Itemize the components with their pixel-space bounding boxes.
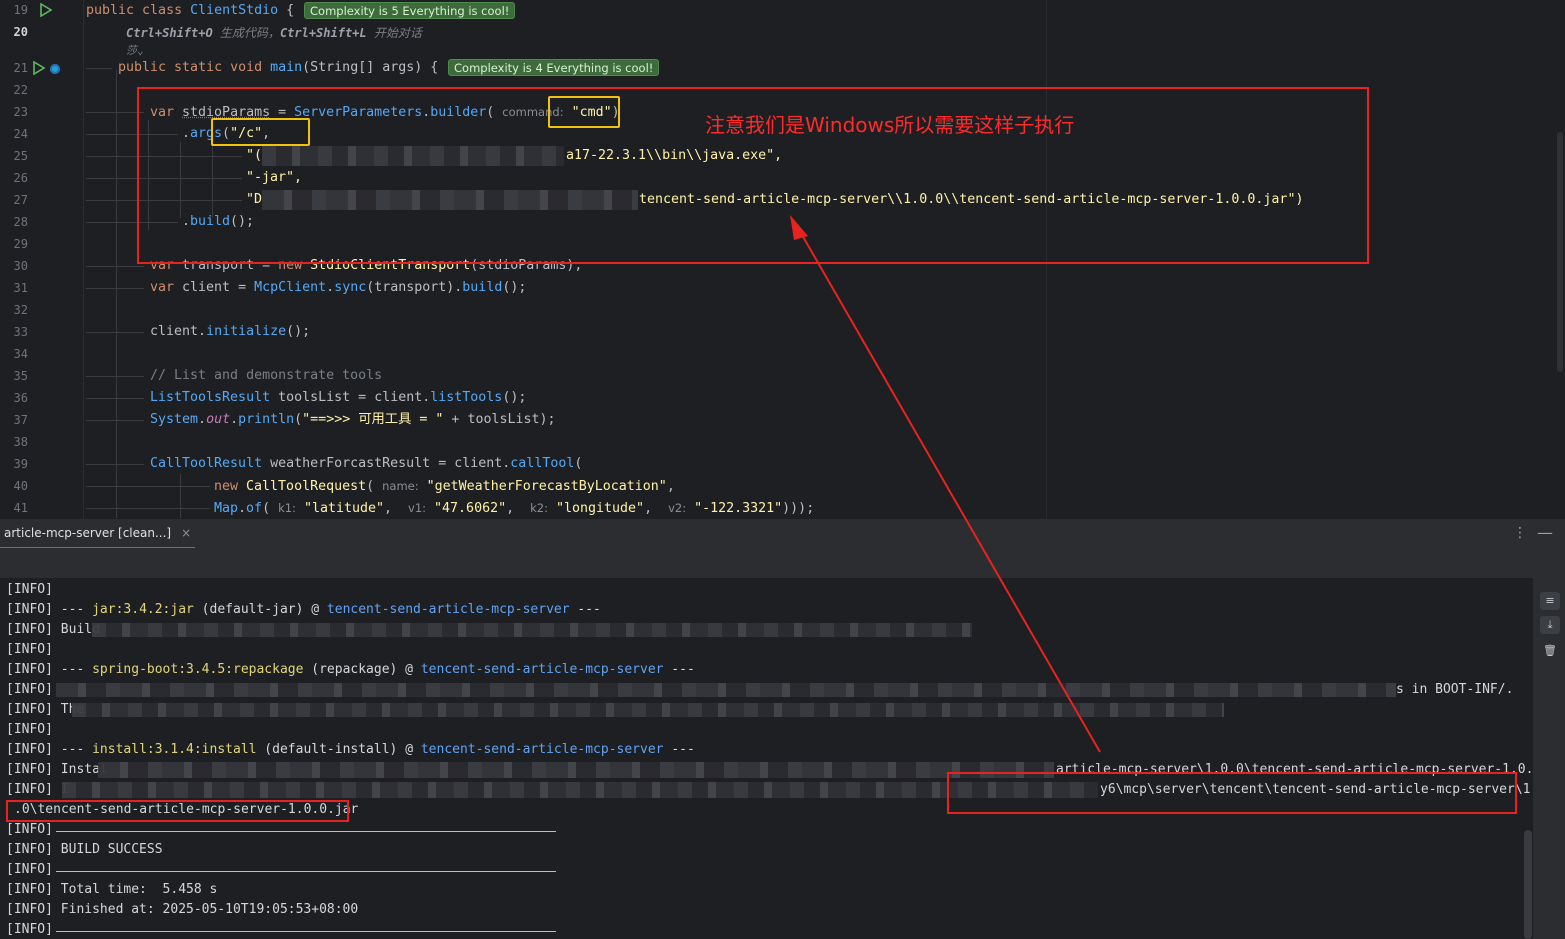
console-line: [INFO] xyxy=(6,822,53,837)
run-tab-label: article-mcp-server [clean...] xyxy=(4,526,172,540)
console-line: [INFO] xyxy=(6,922,53,937)
code-line-33[interactable]: client.initialize(); xyxy=(150,321,310,343)
line-number: 37 xyxy=(13,413,28,427)
code-line-35[interactable]: // List and demonstrate tools xyxy=(150,365,382,387)
separator xyxy=(56,871,556,872)
console-side-toolbar: ≡ ⤓ 🗑 xyxy=(1533,578,1565,939)
run-main-icon[interactable] xyxy=(32,61,46,75)
console-line-tail: s in BOOT-INF/. xyxy=(1396,682,1514,697)
line-number: 22 xyxy=(13,83,28,97)
trash-icon[interactable]: 🗑 xyxy=(1540,642,1560,660)
annotation-text: 注意我们是Windows所以需要这样子执行 xyxy=(705,113,1075,137)
console-line: [INFO] I xyxy=(6,782,69,797)
line-number: 19 xyxy=(13,3,28,17)
line-number: 32 xyxy=(13,303,28,317)
console-output[interactable]: [INFO] [INFO] --- jar:3.4.2:jar (default… xyxy=(0,578,1533,939)
console-line: [INFO] --- jar:3.4.2:jar (default-jar) @… xyxy=(6,602,601,617)
console-line: [INFO] --- spring-boot:3.4.5:repackage (… xyxy=(6,662,695,677)
editor-scrollbar[interactable] xyxy=(1557,132,1563,372)
run-class-icon[interactable] xyxy=(39,3,53,17)
run-tool-window-header: article-mcp-server [clean...] × ⋮ — xyxy=(0,518,1565,549)
complexity-badge[interactable]: Complexity is 4 Everything is cool! xyxy=(448,59,660,76)
redacted-text xyxy=(62,782,1098,798)
line-number: 39 xyxy=(13,457,28,471)
line-number: 34 xyxy=(13,347,28,361)
run-toolbar xyxy=(0,548,1565,578)
complexity-badge[interactable]: Complexity is 5 Everything is cool! xyxy=(304,2,516,19)
line-number: 30 xyxy=(13,259,28,273)
more-options-icon[interactable]: ⋮ xyxy=(1513,525,1527,541)
console-scrollbar[interactable] xyxy=(1524,830,1532,939)
indent-dash xyxy=(86,112,144,113)
debug-marker-icon[interactable] xyxy=(50,64,60,74)
console-line: [INFO] Finished at: 2025-05-10T19:05:53+… xyxy=(6,902,359,917)
indent-dash xyxy=(86,332,144,333)
redacted-text xyxy=(92,623,972,637)
indent-dash xyxy=(86,398,144,399)
ai-assistant-hint: Ctrl+Shift+O 生成代码，Ctrl+Shift+L 开始对话 xyxy=(126,26,422,40)
code-line-36[interactable]: ListToolsResult toolsList = client.listT… xyxy=(150,387,526,409)
minimize-icon[interactable]: — xyxy=(1537,523,1553,542)
code-line-37[interactable]: System.out.println("==>>> 可用工具 = " + too… xyxy=(150,409,556,431)
indent-dash xyxy=(86,508,210,509)
separator xyxy=(56,831,556,832)
line-number: 25 xyxy=(13,149,28,163)
line-number: 20 xyxy=(13,25,28,39)
line-number: 28 xyxy=(13,215,28,229)
scroll-to-end-icon[interactable]: ⤓ xyxy=(1540,616,1560,634)
annotation-box xyxy=(6,800,349,822)
console-line: [INFO] BUILD SUCCESS xyxy=(6,842,163,857)
redacted-text xyxy=(98,762,1054,778)
run-tab[interactable]: article-mcp-server [clean...] × xyxy=(0,519,196,549)
indent-dash xyxy=(86,68,112,69)
console-line: [INFO] xyxy=(6,682,53,697)
line-number: 33 xyxy=(13,325,28,339)
line-number: 36 xyxy=(13,391,28,405)
code-line-21[interactable]: public static void main(String[] args) { xyxy=(118,57,438,79)
soft-wrap-icon[interactable]: ≡ xyxy=(1540,592,1560,610)
code-line-40[interactable]: new CallToolRequest( name: "getWeatherFo… xyxy=(214,475,675,497)
line-number: 38 xyxy=(13,435,28,449)
console-line: [INFO] --- install:3.1.4:install (defaul… xyxy=(6,742,695,757)
console-line: [INFO] xyxy=(6,582,53,597)
line-number: 27 xyxy=(13,193,28,207)
indent-dash xyxy=(86,486,210,487)
redacted-text xyxy=(72,703,1224,717)
line-number: 21 xyxy=(13,61,28,75)
separator xyxy=(56,931,556,932)
indent-dash xyxy=(86,288,144,289)
indent-dash xyxy=(86,376,144,377)
console-line: [INFO] Build xyxy=(6,622,100,637)
indent-guide xyxy=(180,474,181,518)
console-line: [INFO] Instal xyxy=(6,762,108,777)
code-author-hint[interactable]: 莎⌄ xyxy=(126,42,144,58)
console-line: [INFO] xyxy=(6,642,53,657)
console-line: [INFO] xyxy=(6,862,53,877)
indent-dash xyxy=(86,464,144,465)
code-line-31[interactable]: var client = McpClient.sync(transport).b… xyxy=(150,277,526,299)
close-icon[interactable]: × xyxy=(181,526,191,540)
line-number: 40 xyxy=(13,479,28,493)
line-number: 23 xyxy=(13,105,28,119)
code-line-41[interactable]: Map.of( k1: "latitude", v1: "47.6062", k… xyxy=(214,497,814,518)
line-number: 24 xyxy=(13,127,28,141)
highlight-cmd xyxy=(548,96,620,128)
line-number: 41 xyxy=(13,501,28,515)
line-number: 35 xyxy=(13,369,28,383)
indent-guide xyxy=(116,70,117,518)
redacted-text xyxy=(56,683,1396,697)
indent-dash xyxy=(86,266,144,267)
code-line-19[interactable]: public class ClientStdio { xyxy=(86,0,294,22)
annotation-box xyxy=(947,772,1517,814)
indent-dash xyxy=(86,420,144,421)
line-number: 26 xyxy=(13,171,28,185)
code-line-39[interactable]: CallToolResult weatherForcastResult = cl… xyxy=(150,453,582,475)
line-number: 31 xyxy=(13,281,28,295)
console-line: [INFO] Total time: 5.458 s xyxy=(6,882,218,897)
line-number: 29 xyxy=(13,237,28,251)
highlight-args xyxy=(211,118,310,146)
console-line: [INFO] xyxy=(6,722,53,737)
